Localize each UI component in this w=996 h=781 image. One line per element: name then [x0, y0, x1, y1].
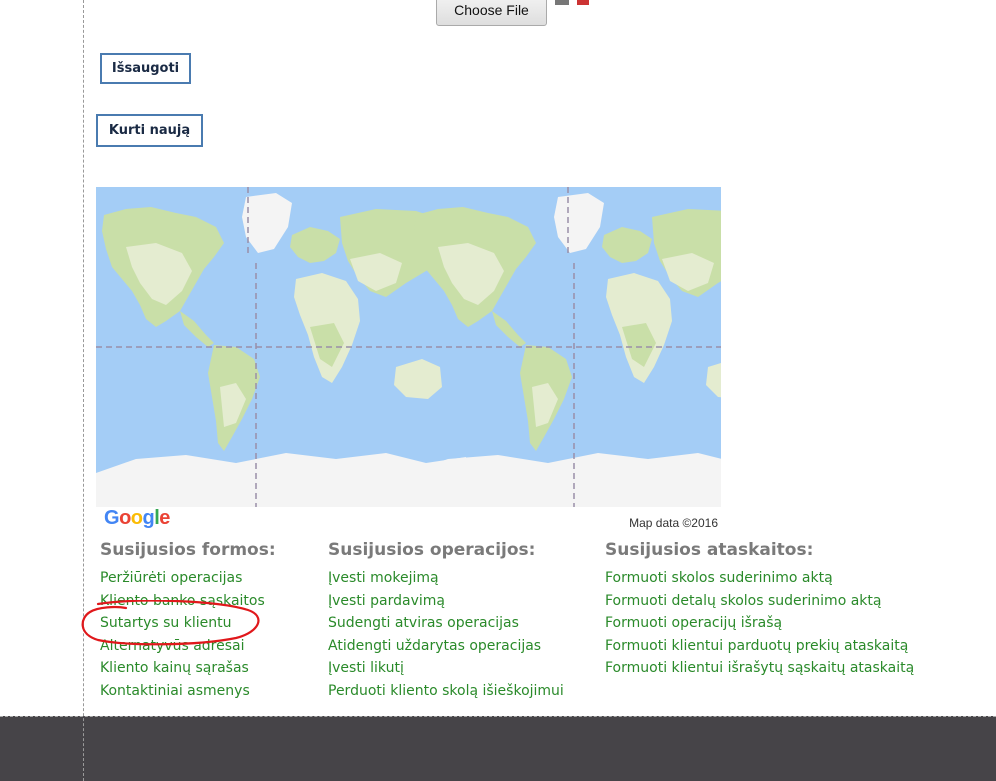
link-issued-invoices-report[interactable]: Formuoti klientui išrašytų sąskaitų atas… [605, 657, 914, 680]
create-new-button[interactable]: Kurti naują [96, 114, 203, 147]
related-reports: Susijusios ataskaitos: Formuoti skolos s… [605, 539, 914, 680]
link-enter-sale[interactable]: Įvesti pardavimą [328, 590, 564, 613]
link-detailed-debt-reconciliation-act[interactable]: Formuoti detalų skolos suderinimo aktą [605, 590, 914, 613]
related-forms-heading: Susijusios formos: [100, 540, 276, 560]
related-operations: Susijusios operacijos: Įvesti mokejimą Į… [328, 539, 564, 703]
page-guide-line [83, 0, 84, 781]
world-map[interactable]: Google Map data ©2016 [96, 187, 721, 535]
link-transfer-debt-collection[interactable]: Perduoti kliento skolą išieškojimui [328, 680, 564, 703]
link-client-price-list[interactable]: Kliento kainų sąrašas [100, 657, 276, 680]
related-forms: Susijusios formos: Peržiūrėti operacijas… [100, 539, 276, 703]
file-icon[interactable] [555, 0, 569, 5]
link-view-operations[interactable]: Peržiūrėti operacijas [100, 567, 276, 590]
link-sold-goods-report[interactable]: Formuoti klientui parduotų prekių ataska… [605, 635, 914, 658]
related-reports-heading: Susijusios ataskaitos: [605, 540, 814, 560]
related-operations-heading: Susijusios operacijos: [328, 540, 536, 560]
link-debt-reconciliation-act[interactable]: Formuoti skolos suderinimo aktą [605, 567, 914, 590]
save-button[interactable]: Išsaugoti [100, 53, 191, 84]
link-client-contracts[interactable]: Sutartys su klientu [100, 612, 276, 635]
link-enter-balance[interactable]: Įvesti likutį [328, 657, 564, 680]
map-attribution[interactable]: Map data ©2016 [629, 516, 718, 530]
delete-icon[interactable] [577, 0, 589, 5]
choose-file-button[interactable]: Choose File [436, 0, 547, 26]
file-icons [553, 0, 597, 5]
link-enter-payment[interactable]: Įvesti mokejimą [328, 567, 564, 590]
google-logo: Google [104, 507, 170, 529]
footer-divider [0, 716, 996, 717]
footer-bar [0, 716, 996, 781]
link-operations-statement[interactable]: Formuoti operacijų išrašą [605, 612, 914, 635]
link-contact-persons[interactable]: Kontaktiniai asmenys [100, 680, 276, 703]
map-tiles [96, 187, 721, 535]
link-alternative-addresses[interactable]: Alternatyvūs adresai [100, 635, 276, 658]
link-client-bank-accounts[interactable]: Kliento banko sąskaitos [100, 590, 276, 613]
page: Choose File Išsaugoti Kurti naują Google… [0, 0, 996, 716]
link-reopen-closed-operations[interactable]: Atidengti uždarytas operacijas [328, 635, 564, 658]
link-settle-open-operations[interactable]: Sudengti atviras operacijas [328, 612, 564, 635]
